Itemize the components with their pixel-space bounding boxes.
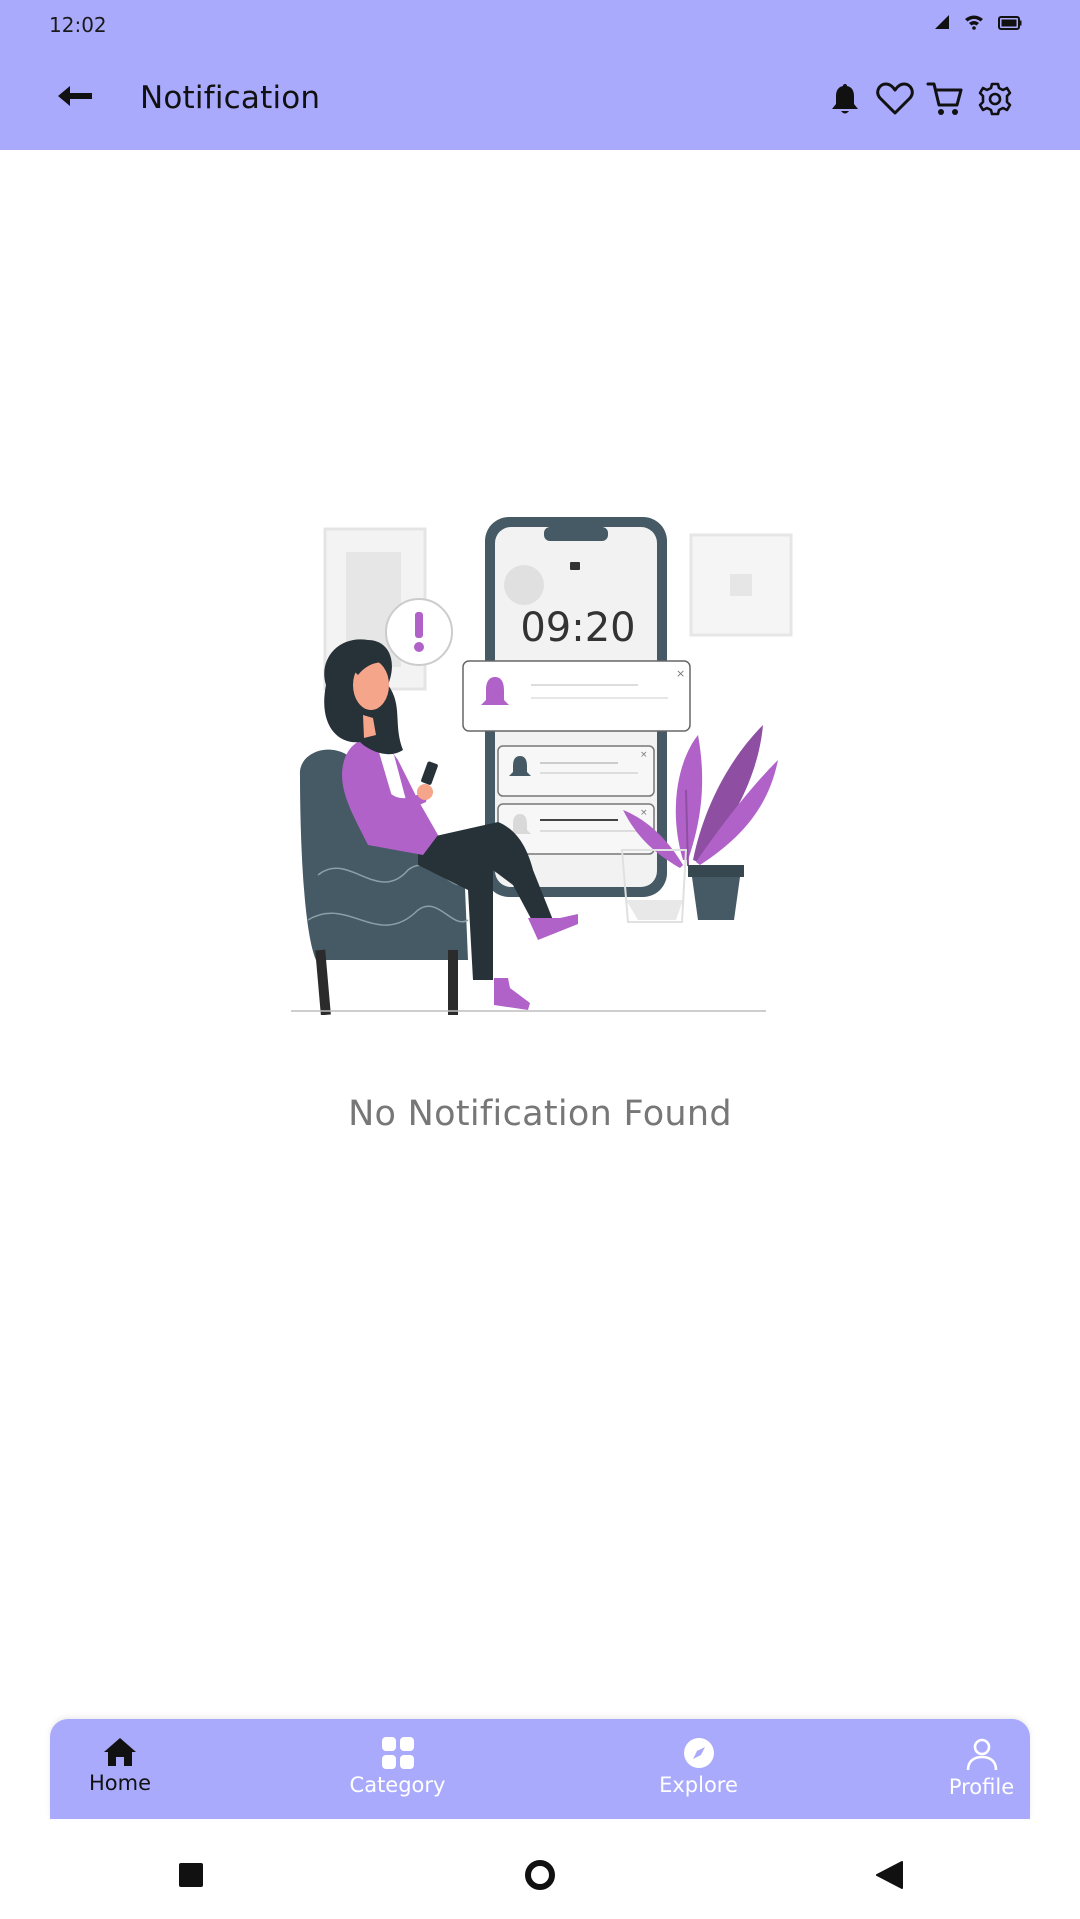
heart-icon: [876, 82, 914, 115]
home-icon: [104, 1738, 136, 1766]
recents-button[interactable]: [168, 1852, 214, 1898]
back-button[interactable]: [56, 84, 96, 108]
gear-icon: [978, 82, 1012, 116]
nav-label-home: Home: [88, 1771, 151, 1795]
cart-icon: [926, 82, 963, 115]
nav-label-explore: Explore: [659, 1773, 738, 1797]
svg-text:×: ×: [640, 750, 648, 760]
nav-item-home[interactable]: Home: [70, 1737, 170, 1795]
person-icon: [966, 1738, 997, 1771]
bottom-navigation: Home Category Explore Profile: [50, 1719, 1030, 1819]
notifications-button[interactable]: [826, 80, 864, 118]
signal-icon: [934, 14, 950, 34]
wifi-icon: [964, 14, 984, 34]
arrow-left-icon: [58, 86, 92, 106]
notification-screen: 12:02 Notification 09:20 × × × No Notifi…: [0, 0, 1080, 1919]
status-icons: [934, 14, 1022, 34]
bell-icon: [832, 84, 858, 114]
app-bar-actions: [826, 80, 1014, 118]
cart-button[interactable]: [926, 80, 964, 118]
system-navigation-bar: [0, 1830, 1080, 1919]
nav-item-category[interactable]: Category: [340, 1737, 455, 1797]
circle-icon: [525, 1860, 555, 1890]
empty-notification-illustration: 09:20 × × ×: [288, 510, 798, 1016]
svg-text:×: ×: [640, 808, 648, 818]
empty-state-message: No Notification Found: [348, 1094, 732, 1134]
battery-icon: [998, 15, 1022, 34]
top-bar: 12:02 Notification: [0, 0, 1080, 150]
square-icon: [179, 1863, 203, 1887]
nav-item-profile[interactable]: Profile: [939, 1737, 1024, 1799]
triangle-back-icon: [876, 1861, 903, 1889]
nav-label-category: Category: [349, 1773, 446, 1797]
svg-text:×: ×: [676, 667, 685, 680]
status-time: 12:02: [49, 13, 107, 37]
nav-label-profile: Profile: [948, 1775, 1015, 1799]
settings-button[interactable]: [976, 80, 1014, 118]
back-system-button[interactable]: [866, 1852, 912, 1898]
home-system-button[interactable]: [517, 1852, 563, 1898]
page-title: Notification: [140, 80, 321, 116]
wishlist-button[interactable]: [876, 80, 914, 118]
nav-item-explore[interactable]: Explore: [650, 1737, 747, 1797]
compass-icon: [683, 1738, 714, 1768]
grid-icon: [381, 1737, 414, 1769]
illustration-clock: 09:20: [520, 605, 635, 651]
